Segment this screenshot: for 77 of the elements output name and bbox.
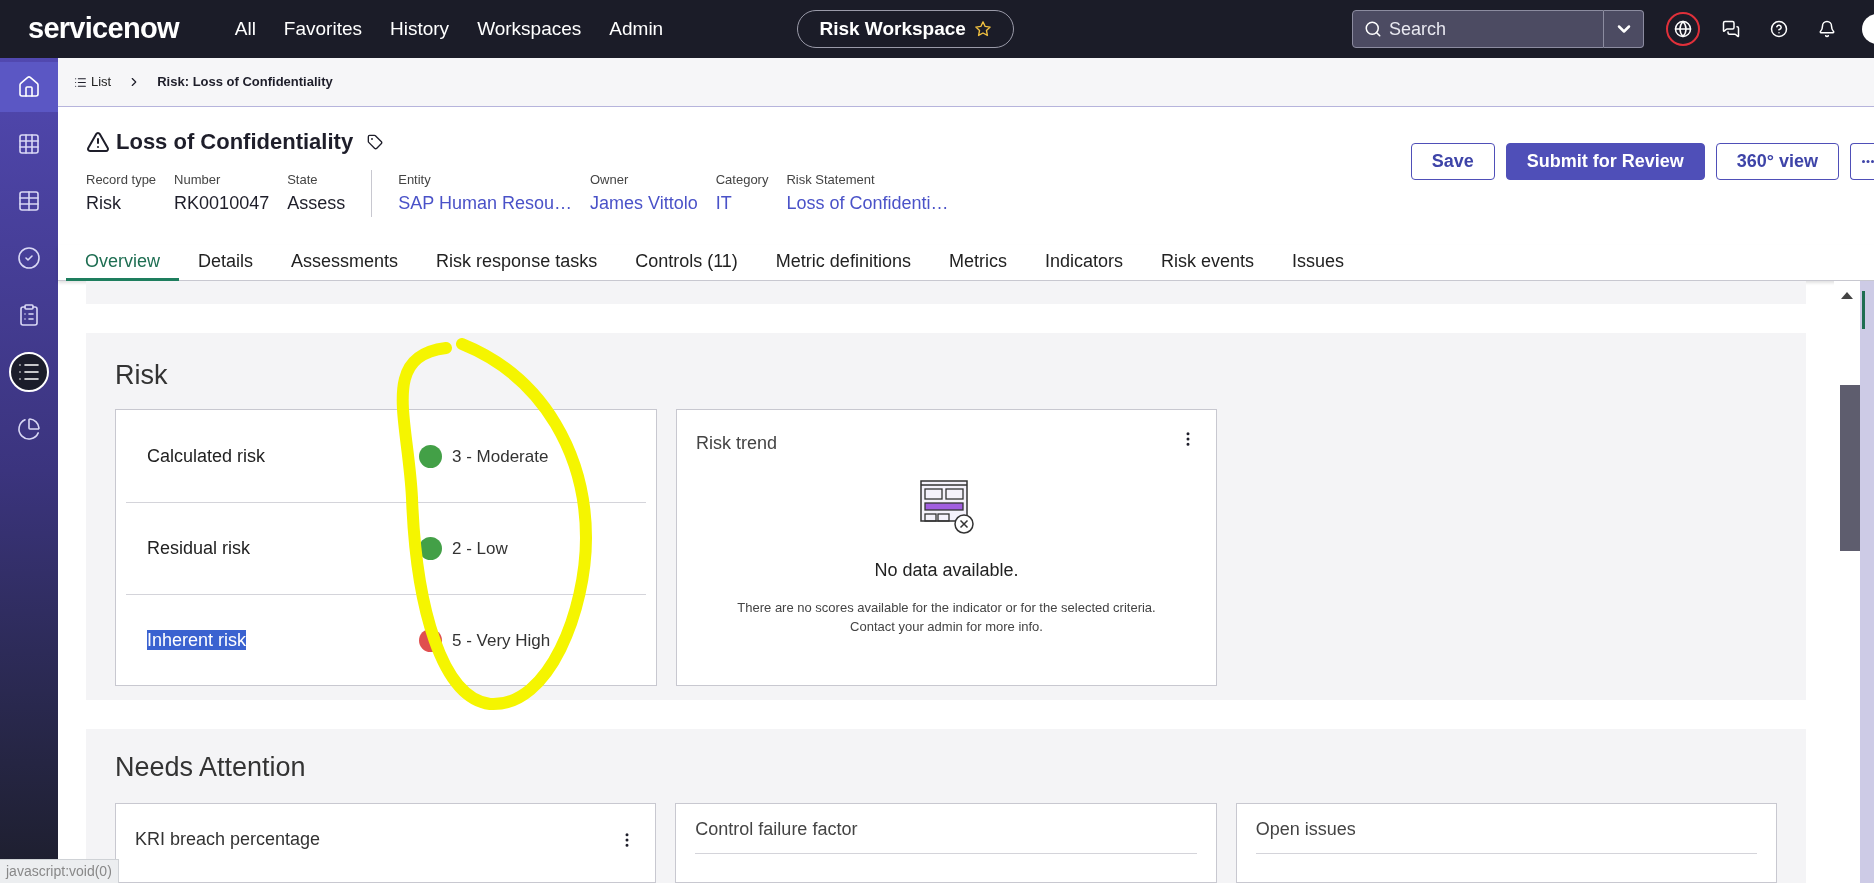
risk-value: 3 - Moderate bbox=[452, 445, 549, 468]
approvals-icon bbox=[17, 245, 41, 270]
scrollbar-thumb[interactable] bbox=[1840, 384, 1860, 551]
logo[interactable]: servicenow bbox=[28, 7, 179, 51]
nav-menu-item[interactable]: Favorites bbox=[269, 14, 376, 44]
risk-label: Calculated risk bbox=[147, 446, 266, 466]
field-label: Risk Statement bbox=[786, 171, 876, 189]
tab[interactable]: Assessments bbox=[272, 244, 418, 281]
field-link[interactable]: IT bbox=[715, 189, 769, 217]
field-value: RK0010047 bbox=[174, 191, 270, 215]
field-label: Category bbox=[715, 171, 769, 189]
apps-icon bbox=[17, 131, 41, 156]
analytics-icon bbox=[17, 416, 41, 441]
tab[interactable]: Risk events bbox=[1141, 244, 1273, 281]
field-label: Number bbox=[174, 171, 222, 189]
breadcrumb-link[interactable]: List bbox=[91, 72, 112, 92]
field-value: Risk bbox=[86, 191, 122, 215]
search-field[interactable]: Search bbox=[1352, 10, 1604, 48]
chat-icon[interactable] bbox=[1722, 20, 1740, 38]
clipboard-icon bbox=[17, 302, 41, 327]
list-icon bbox=[74, 75, 87, 89]
field-label: Record type bbox=[86, 171, 157, 189]
risk-label: Residual risk bbox=[147, 538, 251, 559]
risk-value: 5 - Very High bbox=[452, 630, 551, 653]
risk-label: Inherent risk bbox=[147, 630, 247, 651]
globe-icon bbox=[1674, 20, 1692, 38]
action-button[interactable]: Submit for Review bbox=[1505, 143, 1705, 180]
home-nav-button[interactable] bbox=[0, 61, 58, 112]
notifications-icon[interactable] bbox=[1818, 20, 1836, 38]
field-label: Entity bbox=[398, 171, 432, 189]
empty-state-title: No data available. bbox=[874, 559, 1019, 583]
card-title: Risk trend bbox=[696, 432, 778, 456]
field-link[interactable]: James Vittolo bbox=[590, 189, 698, 217]
record-title: Loss of Confidentiality bbox=[116, 128, 354, 156]
search-icon bbox=[1364, 20, 1382, 38]
field-link[interactable]: SAP Human Resou… bbox=[398, 189, 572, 217]
status-bar-url: javascript:void(0) bbox=[0, 859, 119, 883]
section-title: Risk bbox=[115, 359, 169, 393]
action-button[interactable]: 360° view bbox=[1715, 143, 1839, 180]
field-label: State bbox=[287, 171, 319, 189]
empty-state-text: There are no scores available for the indicator or for the selected criteria. bbox=[737, 599, 1156, 618]
globe-button[interactable] bbox=[1666, 12, 1700, 46]
card-title: Open issues bbox=[1255, 819, 1356, 839]
nav-menu-item[interactable]: History bbox=[376, 14, 464, 44]
field-value: Assess bbox=[287, 191, 346, 215]
field-link[interactable]: Loss of Confidenti… bbox=[786, 189, 949, 217]
warning-icon bbox=[86, 129, 110, 154]
risk-value: 2 - Low bbox=[452, 538, 508, 561]
tab[interactable]: Details bbox=[179, 244, 273, 281]
scroll-up-icon[interactable] bbox=[1841, 290, 1853, 299]
tab[interactable]: Issues bbox=[1273, 244, 1364, 281]
nav-menu-item[interactable]: Workspaces bbox=[463, 14, 596, 44]
tab[interactable]: Metrics bbox=[929, 244, 1026, 281]
table-icon bbox=[17, 188, 41, 213]
tab[interactable]: Metric definitions bbox=[756, 244, 930, 281]
more-icon bbox=[1862, 160, 1874, 163]
nav-menu-item[interactable]: Admin bbox=[595, 14, 678, 44]
tab[interactable]: Controls (11) bbox=[616, 244, 757, 281]
tab[interactable]: Risk response tasks bbox=[417, 244, 617, 281]
list-nav-button[interactable] bbox=[9, 351, 49, 392]
card-title: Control failure factor bbox=[695, 819, 858, 839]
field-label: Owner bbox=[590, 171, 630, 189]
tag-icon[interactable] bbox=[367, 133, 384, 150]
action-button[interactable]: Save bbox=[1410, 143, 1495, 180]
dropdown-button[interactable] bbox=[1604, 10, 1644, 48]
help-icon[interactable] bbox=[1770, 20, 1788, 38]
empty-state-text: Contact your admin for more info. bbox=[850, 618, 1043, 637]
home-icon bbox=[17, 74, 41, 99]
star-icon bbox=[973, 20, 992, 38]
empty-chart-icon bbox=[918, 479, 975, 536]
card-title: KRI breach percentage bbox=[135, 828, 321, 851]
more-button[interactable] bbox=[1850, 143, 1874, 180]
section-title: Needs Attention bbox=[115, 751, 307, 784]
active-indicator bbox=[1862, 290, 1865, 329]
nav-menu-item[interactable]: All bbox=[220, 14, 270, 44]
tab[interactable]: Indicators bbox=[1025, 244, 1142, 281]
breadcrumb-current: Risk: Loss of Confidentiality bbox=[157, 73, 333, 92]
